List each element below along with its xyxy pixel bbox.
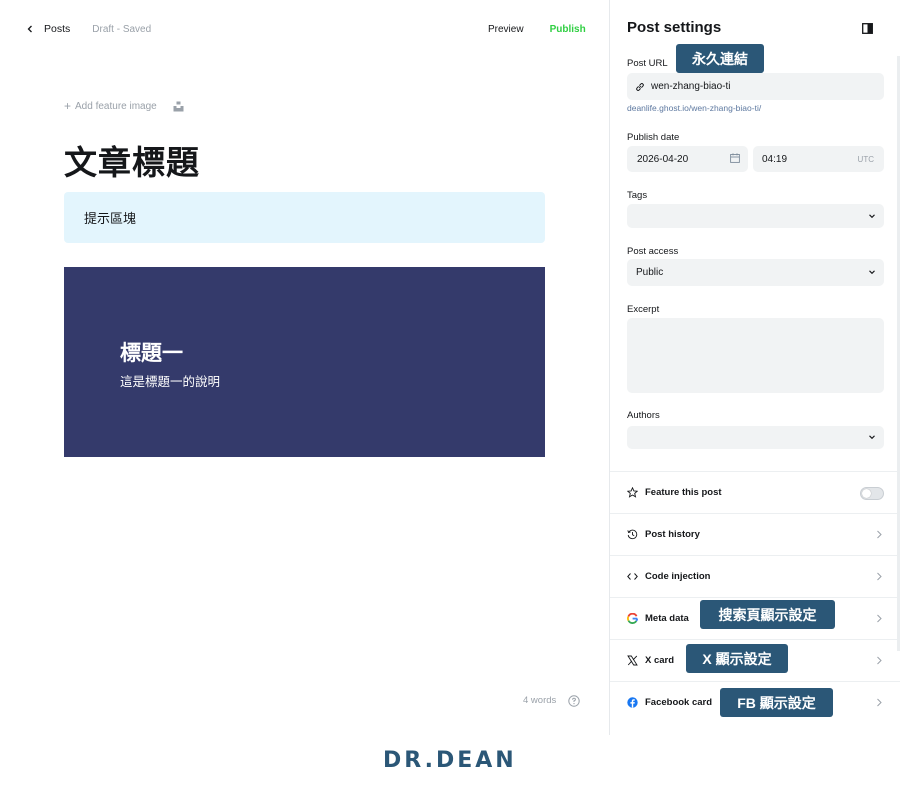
publish-time-input[interactable]: 04:19 UTC (753, 146, 884, 172)
star-icon (627, 487, 638, 498)
facebook-icon (627, 697, 638, 708)
preview-button[interactable]: Preview (488, 24, 524, 35)
editor-pane: Posts Draft - Saved Preview Publish + Ad… (0, 0, 609, 735)
feature-image-row: + Add feature image (64, 99, 184, 113)
x-card-label: X card (645, 655, 675, 666)
authors-label: Authors (627, 410, 660, 421)
back-label: Posts (44, 23, 71, 35)
post-url-value: wen-zhang-biao-ti (651, 81, 731, 92)
add-feature-image-button[interactable]: + Add feature image (64, 99, 157, 113)
callout-text: 提示區塊 (84, 211, 137, 226)
chevron-down-icon (869, 435, 875, 440)
post-access-value: Public (636, 267, 664, 278)
tags-label: Tags (627, 190, 648, 201)
header-card-title: 標題一 (120, 342, 183, 365)
post-title[interactable]: 文章標題 (64, 136, 200, 184)
dr-dean-logo: DR.DEAN (383, 748, 517, 773)
post-url-hint[interactable]: deanlife.ghost.io/wen-zhang-biao-ti/ (627, 103, 761, 113)
publish-date-label: Publish date (627, 132, 680, 143)
excerpt-textarea[interactable] (627, 318, 884, 393)
facebook-card-label: Facebook card (645, 697, 713, 708)
help-icon[interactable] (568, 695, 580, 707)
fb-display-annotation: FB 顯示設定 (720, 688, 833, 717)
post-access-label: Post access (627, 246, 679, 257)
chevron-down-icon (869, 270, 875, 275)
callout-card[interactable]: 提示區塊 (64, 192, 545, 243)
authors-select[interactable] (627, 426, 884, 449)
publish-date-value: 2026-04-20 (637, 153, 689, 165)
chevron-right-icon (877, 614, 882, 623)
editor-topbar-left: Posts Draft - Saved (26, 22, 151, 36)
feature-this-post-row[interactable]: Feature this post (610, 471, 900, 513)
logo-text: DR.DEAN (383, 748, 517, 773)
header-card-subtitle: 這是標題一的說明 (120, 375, 221, 389)
post-access-select[interactable]: Public (627, 259, 884, 286)
publish-button[interactable]: Publish (550, 24, 586, 35)
editor-topbar-right: Preview Publish (488, 22, 586, 36)
code-icon (627, 573, 638, 580)
publish-date-input[interactable]: 2026-04-20 (627, 146, 748, 172)
chevron-down-icon (869, 214, 875, 219)
tags-select[interactable] (627, 204, 884, 228)
permalink-annotation: 永久連結 (676, 44, 764, 73)
code-injection-label: Code injection (645, 571, 711, 582)
chevron-right-icon (877, 656, 882, 665)
search-display-annotation: 搜索頁顯示設定 (700, 600, 835, 629)
post-url-label: Post URL (627, 58, 668, 69)
history-icon (627, 529, 638, 540)
sidebar-toggle-icon[interactable] (862, 23, 873, 34)
publish-time-value: 04:19 (762, 153, 788, 165)
panel-title: Post settings (627, 19, 722, 36)
google-icon (627, 613, 638, 624)
x-logo-icon (627, 655, 638, 666)
feature-toggle[interactable] (860, 487, 884, 500)
back-to-posts-button[interactable]: Posts (26, 23, 70, 35)
add-feature-image-label: Add feature image (75, 100, 157, 112)
header-card[interactable]: 標題一 這是標題一的說明 (64, 267, 545, 457)
unsplash-icon[interactable] (173, 101, 184, 112)
post-url-input[interactable]: wen-zhang-biao-ti (627, 73, 884, 100)
post-history-label: Post history (645, 529, 700, 540)
x-display-annotation: X 顯示設定 (686, 644, 788, 673)
link-icon (636, 82, 644, 91)
chevron-left-icon (27, 25, 32, 33)
plus-icon: + (64, 99, 72, 113)
draft-status: Draft - Saved (92, 23, 152, 35)
meta-data-label: Meta data (645, 613, 689, 624)
feature-this-post-label: Feature this post (645, 487, 722, 498)
timezone-label: UTC (857, 154, 874, 164)
chevron-right-icon (877, 530, 882, 539)
chevron-right-icon (877, 698, 882, 707)
post-history-row[interactable]: Post history (610, 513, 900, 555)
chevron-right-icon (877, 572, 882, 581)
excerpt-label: Excerpt (627, 304, 660, 315)
calendar-icon (730, 153, 740, 163)
code-injection-row[interactable]: Code injection (610, 555, 900, 597)
word-count: 4 words (523, 695, 557, 706)
